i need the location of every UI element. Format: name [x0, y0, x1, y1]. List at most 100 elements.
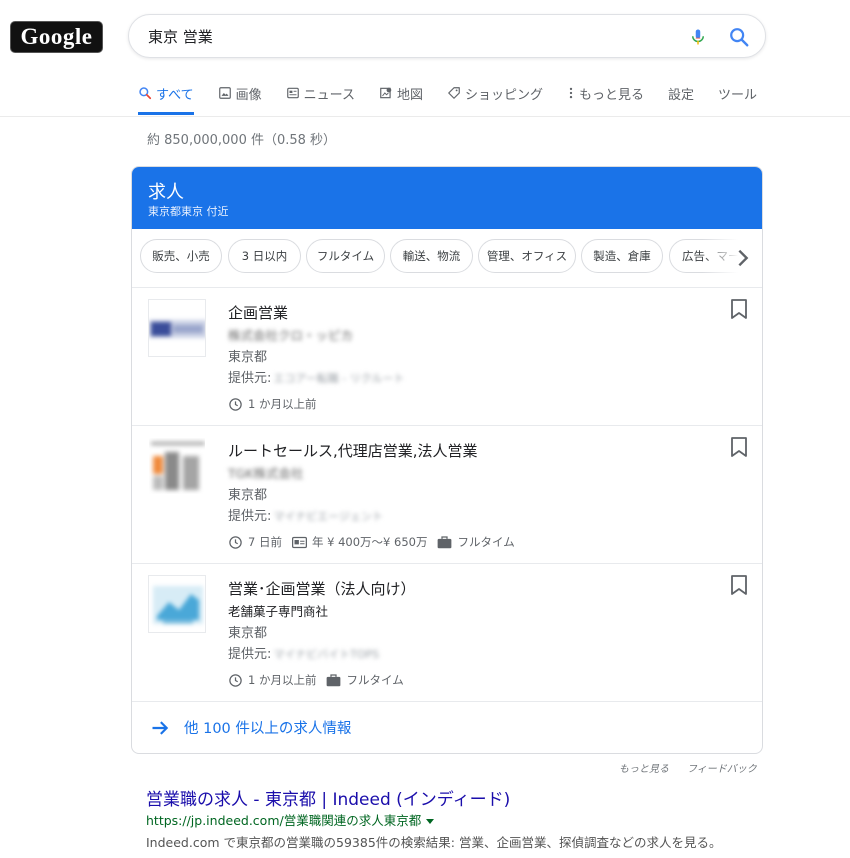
job-location: 東京都 [228, 350, 268, 365]
tab-shopping[interactable]: ショッピング [447, 76, 543, 110]
jobs-card: 求人 東京都東京 付近 販売、小売 3 日以内 フルタイム 輸送、物流 管理、オ… [131, 166, 763, 754]
job-title: 企画営業 [228, 304, 289, 322]
chip-3days[interactable]: 3 日以内 [228, 239, 301, 273]
job-location: 東京都 [228, 488, 268, 503]
chip-logistics[interactable]: 輸送、物流 [390, 239, 473, 273]
posted-date: 1 か月以上前 [228, 396, 316, 412]
tab-label: 画像 [235, 87, 262, 103]
search-icon [139, 87, 152, 100]
job-source: 提供元: エコアー転職 - リクルート [228, 367, 404, 386]
clock-icon [229, 535, 242, 549]
tab-tools[interactable]: ツール [718, 76, 757, 110]
tab-label: ショッピング [464, 87, 543, 103]
briefcase-icon [327, 674, 341, 687]
job-source: 提供元: マイナビバイトTOPS [228, 643, 379, 662]
briefcase-icon [438, 536, 452, 549]
bookmark-icon[interactable] [730, 299, 748, 319]
tab-settings[interactable]: 設定 [668, 76, 694, 110]
job-source-label: 提供元: [228, 647, 272, 662]
job-listing[interactable]: 営業･企画営業（法人向け） 老舗菓子専門商社 東京都 提供元: マイナビバイトTO… [132, 563, 762, 702]
employment-type: フルタイム [326, 672, 404, 688]
search-icon[interactable] [728, 26, 750, 48]
filter-chips: 販売、小売 3 日以内 フルタイム 輸送、物流 管理、オフィス 製造、倉庫 広告… [132, 229, 762, 288]
tab-label: すべて [156, 87, 194, 103]
employment-type-text: フルタイム [457, 535, 515, 549]
bookmark-icon[interactable] [730, 575, 748, 595]
salary-text: 年 ¥ 400万～¥ 650万 [311, 535, 428, 549]
job-source-label: 提供元: [228, 371, 272, 386]
news-icon [286, 87, 299, 99]
more-jobs-text: 他 100 件以上の求人情報 [184, 721, 352, 737]
tab-label: もっと見る [578, 87, 644, 103]
job-source: 提供元: マイナビエージェント [228, 505, 383, 524]
company-logo [148, 299, 206, 357]
tab-maps[interactable]: 地図 [379, 76, 423, 110]
job-title: ルートセールス,代理店営業,法人営業 [228, 442, 478, 460]
chip-office[interactable]: 管理、オフィス [478, 239, 576, 273]
job-meta: 1 か月以上前 [228, 396, 326, 412]
tab-label: 設定 [668, 87, 695, 103]
result-snippet: Indeed.com で東京都の営業職の59385件の検索結果: 営業、企画営業… [146, 835, 722, 850]
clock-icon [229, 397, 242, 411]
employment-type-text: フルタイム [346, 673, 404, 687]
company-logo [148, 575, 206, 633]
job-meta: 1 か月以上前 フルタイム [228, 672, 414, 688]
job-listing[interactable]: ルートセールス,代理店営業,法人営業 TGK株式会社 東京都 提供元: マイナビエ… [132, 425, 762, 564]
search-box[interactable] [128, 14, 766, 58]
result-title-link[interactable]: 営業職の求人 - 東京都 | Indeed (インディード) [146, 785, 510, 810]
feedback-link[interactable]: フィードバック [687, 760, 757, 775]
bookmark-icon[interactable] [730, 437, 748, 457]
posted-text: 1 か月以上前 [248, 397, 317, 411]
job-source-name: マイナビエージェント [273, 510, 383, 523]
clock-icon [229, 673, 242, 687]
result-url-text: https://jp.indeed.com/営業職関連の求人東京都 [146, 813, 422, 828]
tab-more[interactable]: もっと見る [567, 76, 644, 110]
job-location: 東京都 [228, 626, 268, 641]
tab-news[interactable]: ニュース [286, 76, 355, 110]
salary-card-icon [291, 536, 307, 548]
chevron-right-icon[interactable] [732, 246, 754, 270]
chip-fulltime[interactable]: フルタイム [306, 239, 385, 273]
job-company: 株式会社クロ・ッピカ [228, 328, 354, 343]
google-logo[interactable]: Google [10, 21, 103, 53]
logo-text: Google [20, 24, 93, 49]
chip-manufacturing[interactable]: 製造、倉庫 [581, 239, 663, 273]
search-input[interactable] [148, 25, 668, 47]
jobs-header[interactable]: 求人 東京都東京 付近 [132, 167, 762, 229]
jobs-subtitle: 東京都東京 付近 [148, 205, 229, 218]
tag-icon [448, 87, 460, 99]
job-listing[interactable]: 企画営業 株式会社クロ・ッピカ 東京都 提供元: エコアー転職 - リクルート 1… [132, 287, 762, 426]
tab-images[interactable]: 画像 [218, 76, 262, 110]
job-source-name: エコアー転職 - リクルート [273, 372, 405, 385]
feedback-row: もっと見る フィードバック [619, 760, 757, 775]
posted-date: 1 か月以上前 [228, 672, 316, 688]
posted-text: 1 か月以上前 [248, 673, 317, 687]
more-vert-icon [569, 87, 573, 99]
tab-label: ニュース [303, 87, 355, 103]
posted-date: 7 日前 [228, 534, 282, 550]
jobs-title: 求人 [148, 182, 184, 203]
arrow-right-icon [152, 720, 169, 735]
tab-label: 地図 [396, 87, 423, 103]
job-company: 老舗菓子専門商社 [228, 604, 329, 619]
microphone-icon[interactable] [689, 26, 707, 48]
job-company: TGK株式会社 [228, 466, 304, 481]
job-source-label: 提供元: [228, 509, 272, 524]
salary: 年 ¥ 400万～¥ 650万 [291, 534, 428, 550]
job-source-name: マイナビバイトTOPS [273, 648, 380, 661]
employment-type: フルタイム [437, 534, 515, 550]
caret-down-icon[interactable] [426, 819, 435, 824]
chip-sales[interactable]: 販売、小売 [140, 239, 222, 273]
job-title: 営業･企画営業（法人向け） [228, 580, 416, 598]
result-stats: 約 850,000,000 件（0.58 秒） [147, 133, 337, 148]
more-jobs-link[interactable]: 他 100 件以上の求人情報 [132, 701, 762, 753]
company-logo [148, 437, 206, 495]
posted-text: 7 日前 [248, 535, 282, 549]
job-meta: 7 日前 年 ¥ 400万～¥ 650万 フルタイム [228, 534, 525, 550]
header-divider [0, 116, 850, 117]
result-url: https://jp.indeed.com/営業職関連の求人東京都 [146, 810, 435, 829]
image-icon [218, 87, 231, 99]
tab-all[interactable]: すべて [138, 76, 194, 115]
tab-label: ツール [718, 87, 758, 103]
more-link[interactable]: もっと見る [619, 760, 669, 775]
